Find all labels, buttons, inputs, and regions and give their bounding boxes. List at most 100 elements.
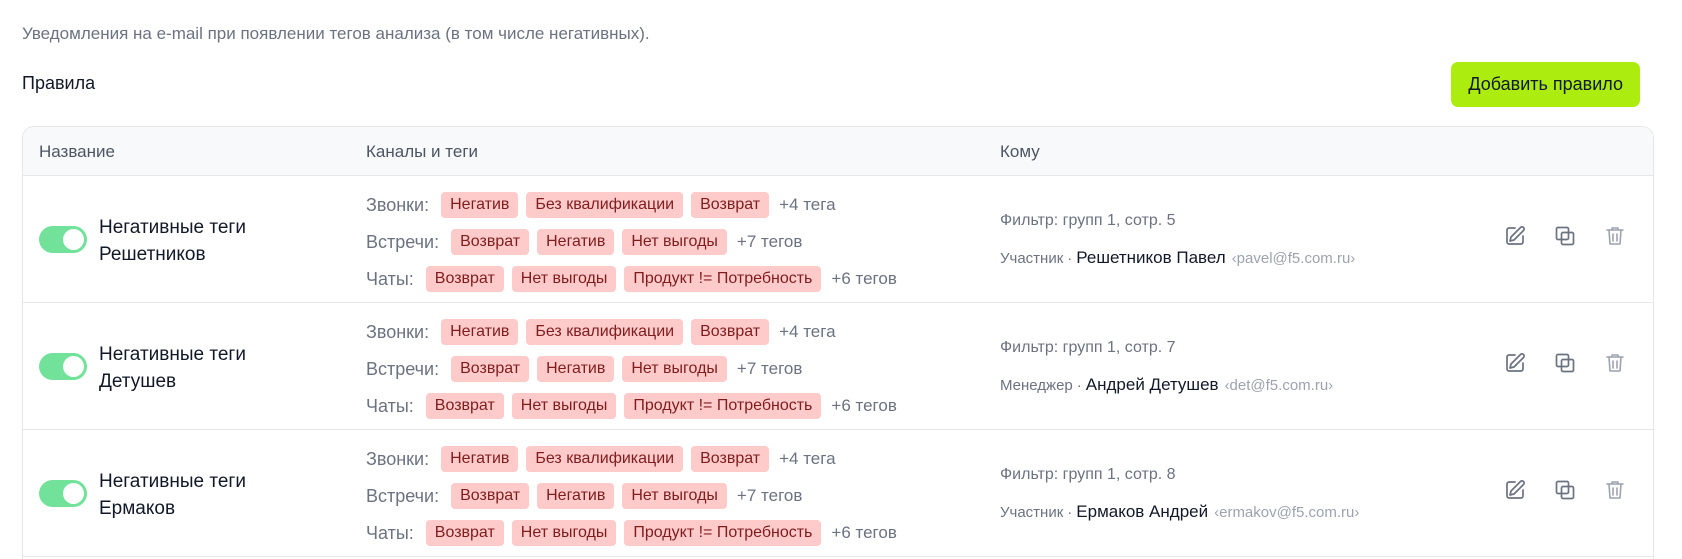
tag-chip: Возврат: [425, 520, 504, 546]
tag-chip: Негатив: [441, 446, 519, 472]
channel-label: Звонки:: [366, 448, 430, 469]
recipient-role: Участник: [1000, 250, 1064, 267]
recipient-person: Менеджер · Андрей Детушев ‹det@f5.com.ru…: [1000, 375, 1333, 395]
tag-chip: Без квалификации: [526, 446, 684, 472]
pencil-icon[interactable]: [1503, 351, 1527, 375]
table-row: Негативные теги Ермаков Звонки: Негатив Бе…: [23, 430, 1653, 557]
more-tags-count[interactable]: +7 тегов: [737, 232, 802, 252]
tag-chip: Негатив: [537, 356, 615, 382]
rule-enabled-toggle[interactable]: [39, 480, 87, 507]
recipient-email: ‹det@f5.com.ru›: [1224, 377, 1334, 394]
channel-label: Чаты:: [366, 395, 414, 416]
recipient: Фильтр: групп 1, сотр. 5 Участник · Реше…: [1000, 212, 1355, 268]
notification-rules-page: Уведомления на e-mail при появлении тего…: [0, 0, 1682, 559]
channel-line: Звонки: Негатив Без квалификации Возврат +4 …: [366, 317, 897, 347]
tag-chip: Негатив: [441, 192, 519, 218]
tag-chip: Нет выгоды: [511, 393, 617, 419]
column-header-recipients: Кому: [1000, 142, 1040, 161]
recipient: Фильтр: групп 1, сотр. 8 Участник · Ерма…: [1000, 466, 1359, 522]
channels-and-tags: Звонки: Негатив Без квалификации Возврат +4 …: [366, 444, 897, 555]
more-tags-count[interactable]: +6 тегов: [831, 523, 896, 543]
page-description: Уведомления на e-mail при появлении тего…: [22, 24, 650, 43]
copy-icon[interactable]: [1553, 351, 1577, 375]
recipient-filter: Фильтр: групп 1, сотр. 7: [1000, 339, 1176, 356]
rule-enabled-toggle[interactable]: [39, 353, 87, 380]
tag-chip: Продукт != Потребность: [624, 520, 822, 546]
tag-chip: Возврат: [451, 229, 530, 255]
section-title: Правила: [22, 73, 96, 93]
channel-label: Встречи:: [366, 358, 440, 379]
separator-dot: ·: [1067, 504, 1073, 521]
trash-icon[interactable]: [1603, 224, 1627, 248]
channel-label: Чаты:: [366, 268, 414, 289]
recipient-filter: Фильтр: групп 1, сотр. 8: [1000, 466, 1176, 483]
tag-chip: Продукт != Потребность: [624, 393, 822, 419]
more-tags-count[interactable]: +6 тегов: [831, 269, 896, 289]
channel-line: Чаты: Возврат Нет выгоды Продукт != Потребн…: [366, 264, 897, 294]
more-tags-count[interactable]: +7 тегов: [737, 486, 802, 506]
recipient: Фильтр: групп 1, сотр. 7 Менеджер · Андр…: [1000, 339, 1333, 395]
trash-icon[interactable]: [1603, 478, 1627, 502]
recipient-person: Участник · Решетников Павел ‹pavel@f5.co…: [1000, 248, 1355, 268]
more-tags-count[interactable]: +4 тега: [779, 322, 835, 342]
copy-icon[interactable]: [1553, 224, 1577, 248]
add-rule-button[interactable]: Добавить правило: [1451, 62, 1640, 107]
tag-chip: Возврат: [451, 356, 530, 382]
tag-chip: Без квалификации: [526, 319, 684, 345]
more-tags-count[interactable]: +4 тега: [779, 195, 835, 215]
tag-chip: Негатив: [537, 483, 615, 509]
table-row: Негативные теги Решетников Звонки: Негати…: [23, 176, 1653, 303]
tag-chip: Нет выгоды: [622, 483, 727, 509]
recipient-person: Участник · Ермаков Андрей ‹ermakov@f5.co…: [1000, 502, 1359, 522]
recipient-email: ‹ermakov@f5.com.ru›: [1214, 504, 1360, 521]
tag-chip: Возврат: [451, 483, 530, 509]
channel-line: Встречи: Возврат Негатив Нет выгоды +7 тегов: [366, 227, 897, 257]
channel-label: Встречи:: [366, 485, 440, 506]
table-body: Негативные теги Решетников Звонки: Негати…: [23, 176, 1653, 557]
pencil-icon[interactable]: [1503, 478, 1527, 502]
tag-chip: Негатив: [537, 229, 615, 255]
tag-chip: Нет выгоды: [511, 266, 617, 292]
pencil-icon[interactable]: [1503, 224, 1527, 248]
column-header-channels: Каналы и теги: [366, 142, 479, 161]
separator-dot: ·: [1067, 250, 1073, 267]
channel-label: Звонки:: [366, 194, 430, 215]
recipient-role: Менеджер: [1000, 377, 1073, 394]
channel-line: Чаты: Возврат Нет выгоды Продукт != Потребн…: [366, 518, 897, 548]
table-header: Название Каналы и теги Кому: [23, 127, 1653, 176]
channel-line: Встречи: Возврат Негатив Нет выгоды +7 тегов: [366, 481, 897, 511]
table-row: Негативные теги Детушев Звонки: Негатив Бе…: [23, 303, 1653, 430]
more-tags-count[interactable]: +4 тега: [779, 449, 835, 469]
tag-chip: Возврат: [691, 446, 770, 472]
channel-label: Чаты:: [366, 522, 414, 543]
tag-chip: Возврат: [691, 192, 770, 218]
copy-icon[interactable]: [1553, 478, 1577, 502]
tag-chip: Нет выгоды: [511, 520, 617, 546]
separator-dot: ·: [1076, 377, 1082, 394]
tag-chip: Без квалификации: [526, 192, 684, 218]
tag-chip: Негатив: [441, 319, 519, 345]
recipient-filter: Фильтр: групп 1, сотр. 5: [1000, 212, 1176, 229]
tag-chip: Возврат: [691, 319, 770, 345]
channel-line: Звонки: Негатив Без квалификации Возврат +4 …: [366, 190, 897, 220]
recipient-name: Ермаков Андрей: [1076, 502, 1209, 521]
row-actions: [1503, 478, 1627, 502]
more-tags-count[interactable]: +6 тегов: [831, 396, 896, 416]
tag-chip: Продукт != Потребность: [624, 266, 822, 292]
rule-enabled-toggle[interactable]: [39, 226, 87, 253]
rule-name: Негативные теги Ермаков: [99, 471, 246, 519]
recipient-name: Андрей Детушев: [1085, 375, 1219, 394]
recipient-email: ‹pavel@f5.com.ru›: [1231, 250, 1356, 267]
channels-and-tags: Звонки: Негатив Без квалификации Возврат +4 …: [366, 317, 897, 428]
recipient-role: Участник: [1000, 504, 1064, 521]
channel-line: Встречи: Возврат Негатив Нет выгоды +7 тегов: [366, 354, 897, 384]
tag-chip: Нет выгоды: [622, 356, 727, 382]
channels-and-tags: Звонки: Негатив Без квалификации Возврат +4 …: [366, 190, 897, 301]
channel-line: Звонки: Негатив Без квалификации Возврат +4 …: [366, 444, 897, 474]
more-tags-count[interactable]: +7 тегов: [737, 359, 802, 379]
channel-label: Звонки:: [366, 321, 430, 342]
tag-chip: Нет выгоды: [622, 229, 727, 255]
rules-table: Название Каналы и теги Кому Негативные т…: [22, 126, 1654, 559]
tag-chip: Возврат: [425, 393, 504, 419]
trash-icon[interactable]: [1603, 351, 1627, 375]
